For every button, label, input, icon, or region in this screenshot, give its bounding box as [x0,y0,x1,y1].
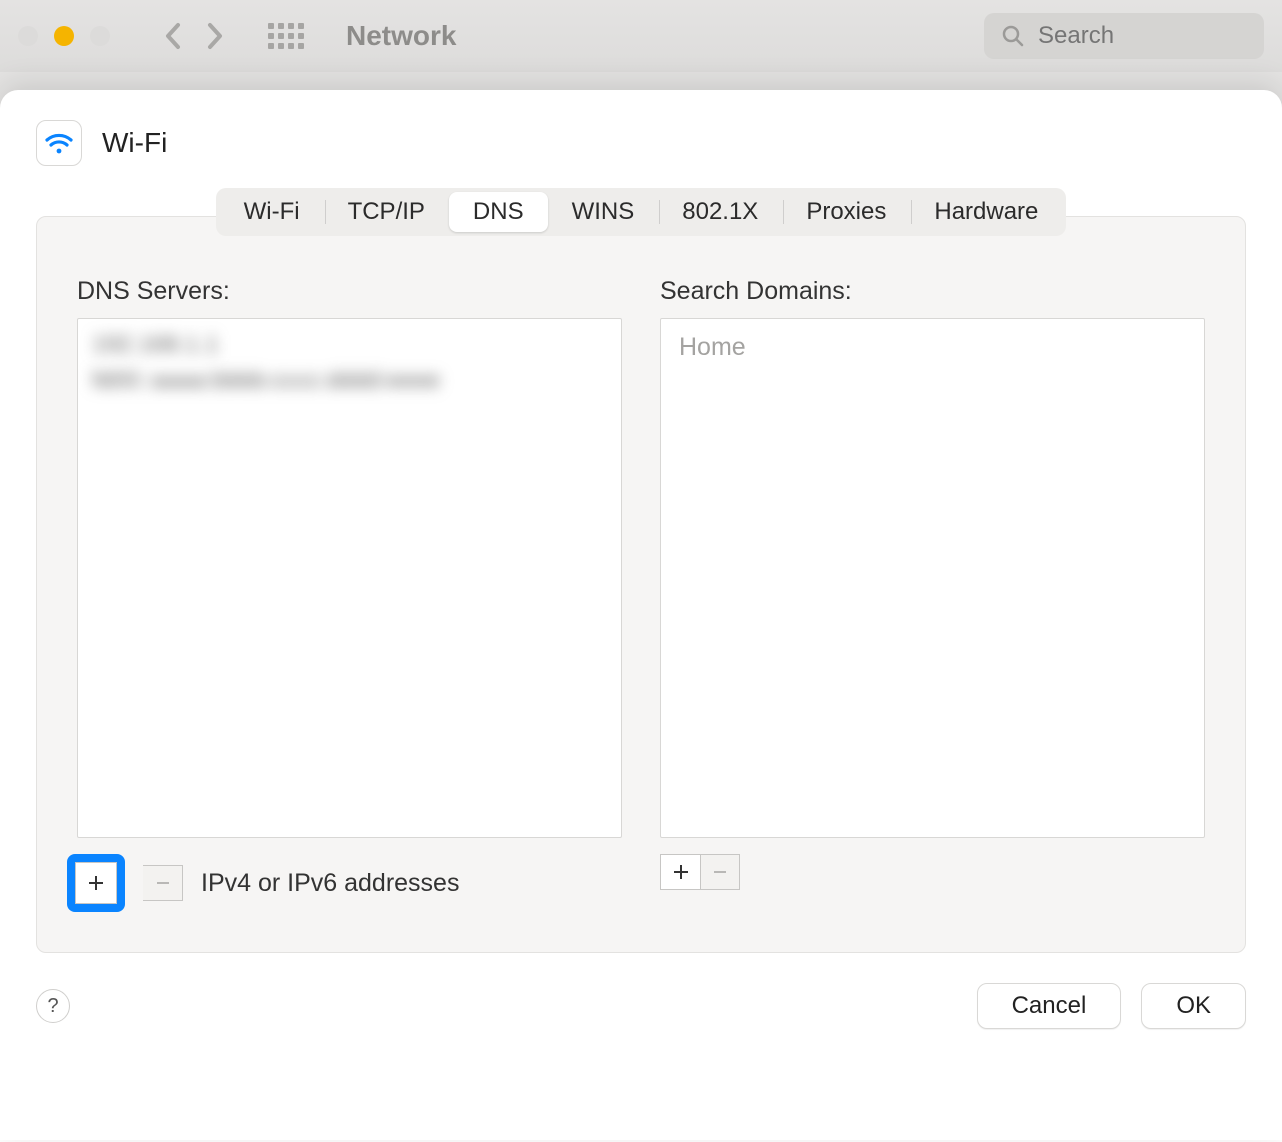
tab-wins[interactable]: WINS [548,192,659,232]
window-toolbar: Network [0,0,1282,72]
back-button[interactable] [162,21,184,51]
search-domains-label: Search Domains: [660,277,1205,306]
forward-button[interactable] [204,21,226,51]
tab-proxies[interactable]: Proxies [782,192,910,232]
close-window-button[interactable] [18,26,38,46]
add-dns-highlight [67,854,125,912]
tab-bar: Wi-Fi TCP/IP DNS WINS 802.1X Proxies Har… [216,188,1067,236]
tab-wifi[interactable]: Wi-Fi [220,192,324,232]
search-domain-item[interactable]: Home [675,327,1190,368]
dns-server-item[interactable]: 192.168.1.1 [92,327,607,363]
dns-servers-label: DNS Servers: [77,277,622,306]
search-icon [1002,25,1024,47]
dns-panel: DNS Servers: 192.168.1.1 fd00::aaaa:bbbb… [36,216,1246,953]
tab-hardware[interactable]: Hardware [910,192,1062,232]
ok-button[interactable]: OK [1141,983,1246,1029]
show-all-icon[interactable] [268,23,304,49]
remove-dns-server-button[interactable] [143,865,183,901]
dns-hint-text: IPv4 or IPv6 addresses [201,869,459,898]
cancel-button[interactable]: Cancel [977,983,1122,1029]
tab-tcpip[interactable]: TCP/IP [324,192,449,232]
window-traffic-lights [18,26,110,46]
dns-servers-listbox[interactable]: 192.168.1.1 fd00::aaaa:bbbb:cccc:dddd:ee… [77,318,622,838]
remove-search-domain-button[interactable] [700,854,740,890]
sheet-title: Wi-Fi [102,127,167,159]
search-input[interactable] [1038,22,1238,50]
dns-server-item[interactable]: fd00::aaaa:bbbb:cccc:dddd:eeee [92,363,607,399]
minimize-window-button[interactable] [54,26,74,46]
add-search-domain-button[interactable] [660,854,700,890]
search-field-container[interactable] [984,13,1264,59]
zoom-window-button[interactable] [90,26,110,46]
wifi-icon [36,120,82,166]
search-domains-listbox[interactable]: Home [660,318,1205,838]
nav-arrows [162,21,226,51]
toolbar-title: Network [346,20,456,52]
add-dns-server-button[interactable] [75,862,117,904]
settings-sheet: Wi-Fi Wi-Fi TCP/IP DNS WINS 802.1X Proxi… [0,90,1282,1140]
help-button[interactable]: ? [36,989,70,1023]
tab-dns[interactable]: DNS [449,192,548,232]
tab-8021x[interactable]: 802.1X [658,192,782,232]
